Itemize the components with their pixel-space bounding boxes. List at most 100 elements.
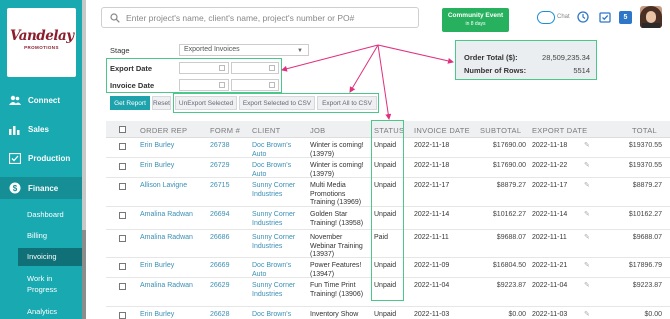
sidebar-item-billing[interactable]: Billing xyxy=(0,231,86,240)
sidebar-item-sales[interactable]: Sales xyxy=(0,118,86,140)
column-header-subtotal[interactable]: SUBTOTAL xyxy=(480,126,521,135)
edit-icon[interactable]: ✎ xyxy=(584,234,590,243)
export-all-button[interactable]: Export All to CSV xyxy=(317,96,377,110)
order-rep-link[interactable]: Erin Burley xyxy=(140,162,206,171)
job-name: Inventory Show xyxy=(310,311,359,318)
community-event-button[interactable]: Community Event in 8 days xyxy=(442,8,509,32)
sidebar-item-finance[interactable]: $ Finance xyxy=(0,177,86,199)
sidebar-item-connect[interactable]: Connect xyxy=(0,89,86,111)
row-checkbox[interactable] xyxy=(119,163,126,170)
client-link[interactable]: Doc Brown's Auto xyxy=(252,262,304,279)
client-link[interactable]: Sunny Corner Industries xyxy=(252,234,304,251)
sidebar-item-work-in-progress[interactable]: Work in Progress xyxy=(0,273,62,295)
total-value: $0.00 xyxy=(644,311,662,318)
client-link[interactable]: Sunny Corner Industries xyxy=(252,282,304,299)
client-link[interactable]: Doc Brown's Auto xyxy=(252,142,304,159)
client-link[interactable]: Doc Brown's Auto xyxy=(252,311,304,319)
tasks-icon[interactable] xyxy=(598,10,611,23)
column-header-invoice-date[interactable]: INVOICE DATE xyxy=(414,126,470,135)
form-number-link[interactable]: 26628 xyxy=(210,311,229,319)
subtotal-value: $17690.00 xyxy=(492,142,526,149)
row-checkbox[interactable] xyxy=(119,283,126,290)
get-report-button[interactable]: Get Report xyxy=(110,96,150,110)
export-date-to-input[interactable] xyxy=(231,62,279,74)
chat-button[interactable]: Chat xyxy=(537,9,572,25)
invoice-date-to-input[interactable] xyxy=(231,79,279,91)
order-total-label: Order Total ($): xyxy=(464,53,518,62)
invoice-date: 2022-11-11 xyxy=(414,234,449,241)
column-header-export-date[interactable]: EXPORT DATE xyxy=(532,126,587,135)
form-number-link[interactable]: 26738 xyxy=(210,142,229,151)
stage-select[interactable]: Exported Invoices ▼ xyxy=(179,44,309,56)
edit-icon[interactable]: ✎ xyxy=(584,162,590,171)
row-checkbox[interactable] xyxy=(119,143,126,150)
export-date: 2022-11-22 xyxy=(532,162,568,169)
order-rep-link[interactable]: Amalina Radwan xyxy=(140,234,206,243)
job-name: Fun Time Print Training! (13906) xyxy=(310,282,364,298)
export-date: 2022-11-04 xyxy=(532,282,568,289)
subtotal-value: $16804.50 xyxy=(492,262,526,269)
avatar[interactable] xyxy=(640,6,662,28)
search-input[interactable] xyxy=(126,12,406,23)
row-checkbox[interactable] xyxy=(119,263,126,270)
edit-icon[interactable]: ✎ xyxy=(584,262,590,271)
client-link[interactable]: Sunny Corner Industries xyxy=(252,182,304,199)
column-header-form[interactable]: FORM # xyxy=(210,126,240,135)
clock-icon[interactable] xyxy=(576,10,589,23)
order-rep-link[interactable]: Erin Burley xyxy=(140,262,206,271)
people-icon xyxy=(9,94,21,106)
column-header-total[interactable]: TOTAL xyxy=(632,126,657,135)
form-number-link[interactable]: 26669 xyxy=(210,262,229,271)
row-checkbox[interactable] xyxy=(119,235,126,242)
edit-icon[interactable]: ✎ xyxy=(584,211,590,220)
form-number-link[interactable]: 26694 xyxy=(210,211,229,220)
order-rep-link[interactable]: Amalina Radwan xyxy=(140,211,206,220)
sidebar-scrollbar-thumb[interactable] xyxy=(82,230,86,319)
total-value: $10162.27 xyxy=(628,211,662,218)
sidebar-item-analytics[interactable]: Analytics xyxy=(0,307,86,316)
order-rep-link[interactable]: Amalina Radwan xyxy=(140,282,206,291)
calendar-icon xyxy=(269,82,275,88)
edit-icon[interactable]: ✎ xyxy=(584,282,590,291)
order-total-row: Order Total ($): 28,509,235.34 xyxy=(464,53,590,62)
sidebar-item-label: Sales xyxy=(28,124,49,134)
invoice-date-from-input[interactable] xyxy=(179,79,229,91)
edit-icon[interactable]: ✎ xyxy=(584,182,590,191)
status-text: Unpaid xyxy=(374,311,397,318)
column-header-order-rep[interactable]: ORDER REP xyxy=(140,126,187,135)
community-event-subtitle: in 8 days xyxy=(465,21,486,27)
reset-button[interactable]: Reset xyxy=(152,96,171,110)
export-selected-button[interactable]: Export Selected to CSV xyxy=(239,96,315,110)
invoice-date-label: Invoice Date xyxy=(110,81,155,90)
select-all-checkbox[interactable] xyxy=(119,126,126,133)
sidebar-item-production[interactable]: Production xyxy=(0,147,86,169)
client-link[interactable]: Sunny Corner Industries xyxy=(252,211,304,228)
column-header-client[interactable]: CLIENT xyxy=(252,126,280,135)
form-number-link[interactable]: 26715 xyxy=(210,182,229,191)
row-count-row: Number of Rows: 5514 xyxy=(464,66,590,75)
row-checkbox[interactable] xyxy=(119,312,126,319)
stage-label: Stage xyxy=(110,46,130,55)
edit-icon[interactable]: ✎ xyxy=(584,311,590,319)
notification-badge[interactable]: 5 xyxy=(619,11,632,24)
company-logo[interactable]: Vandelay PROMOTIONS xyxy=(7,8,76,77)
sidebar-item-dashboard[interactable]: Dashboard xyxy=(0,210,86,219)
form-number-link[interactable]: 26629 xyxy=(210,282,229,291)
unexport-selected-button[interactable]: UnExport Selected xyxy=(175,96,237,110)
summary-panel: Order Total ($): 28,509,235.34 Number of… xyxy=(455,40,597,80)
column-header-job[interactable]: JOB xyxy=(310,126,326,135)
order-rep-link[interactable]: Allison Lavigne xyxy=(140,182,206,191)
form-number-link[interactable]: 26729 xyxy=(210,162,229,171)
table-row[interactable]: Erin Burley 26628 Doc Brown's Auto Inventor… xyxy=(106,307,670,319)
form-number-link[interactable]: 26686 xyxy=(210,234,229,243)
row-checkbox[interactable] xyxy=(119,183,126,190)
export-date: 2022-11-17 xyxy=(532,182,568,189)
edit-icon[interactable]: ✎ xyxy=(584,142,590,151)
export-date-from-input[interactable] xyxy=(179,62,229,74)
client-link[interactable]: Doc Brown's Auto xyxy=(252,162,304,179)
sidebar-item-invoicing[interactable]: Invoicing xyxy=(18,248,86,266)
order-rep-link[interactable]: Erin Burley xyxy=(140,311,206,319)
order-rep-link[interactable]: Erin Burley xyxy=(140,142,206,151)
export-date: 2022-11-03 xyxy=(532,311,568,318)
row-checkbox[interactable] xyxy=(119,212,126,219)
